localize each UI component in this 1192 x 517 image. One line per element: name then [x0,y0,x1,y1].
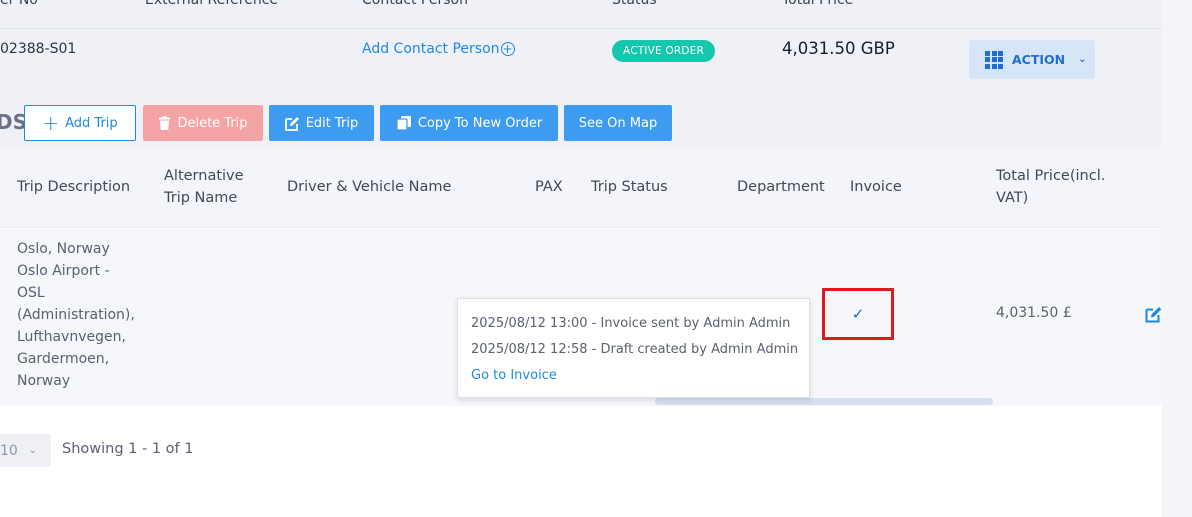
th-total-price[interactable]: Total Price(incl. VAT) [996,165,1105,209]
go-to-invoice-link[interactable]: Go to Invoice [471,363,809,389]
description-line: OSL [17,285,45,301]
page-size-value: 10 [0,442,18,459]
pagination-summary: Showing 1 - 1 of 1 [62,441,194,457]
page-size-select[interactable]: 10 ⌄ [0,434,51,467]
description-line: Norway [17,373,71,389]
th-alternative-line1: Alternative [164,168,244,184]
external-reference-header: External Reference [145,0,279,8]
delete-trip-button[interactable]: Delete Trip [143,105,263,141]
total-price-header: Total Price [782,0,854,8]
section-title: DS [0,110,28,134]
action-dropdown-button[interactable]: ACTION ⌄ [969,40,1095,79]
th-total-price-line1: Total Price(incl. [996,168,1106,184]
total-price-cell: 4,031.50 £ [996,305,1072,321]
chevron-down-icon: ⌄ [1078,54,1087,65]
th-total-price-line2: VAT) [996,190,1029,206]
edit-row-icon[interactable] [1145,306,1162,323]
description-line: (Administration), [17,307,135,323]
order-total-price: 4,031.50 GBP [782,39,895,58]
tooltip-invoice-sent: 2025/08/12 13:00 - Invoice sent by Admin… [471,316,791,331]
copy-icon [396,116,411,131]
description-line: Oslo Airport - [17,263,110,279]
invoice-status-check[interactable]: ✓ [822,288,894,340]
th-trip-status[interactable]: Trip Status [591,176,668,198]
tooltip-draft-created: 2025/08/12 12:58 - Draft created by Admi… [471,342,799,357]
th-invoice[interactable]: Invoice [850,176,902,198]
description-line: Oslo, Norway [17,241,110,257]
right-edge-panel [1162,0,1192,517]
add-trip-label: Add Trip [65,115,118,131]
add-trip-button[interactable]: + Add Trip [24,105,136,141]
checkmark-icon: ✓ [851,305,865,323]
th-alternative-trip-name[interactable]: Alternative Trip Name [164,165,244,209]
description-line: Gardermoen, [17,351,110,367]
th-trip-description[interactable]: Trip Description [17,176,130,198]
copy-to-new-order-label: Copy To New Order [417,115,543,131]
status-header: Status [612,0,657,8]
th-alternative-line2: Trip Name [164,190,238,206]
contact-person-header: Contact Person [362,0,468,8]
chevron-down-icon: ⌄ [28,445,37,456]
invoice-tooltip: 2025/08/12 13:00 - Invoice sent by Admin… [457,298,810,398]
action-label: ACTION [1012,52,1066,67]
delete-trip-label: Delete Trip [177,115,248,131]
add-contact-person-label: Add Contact Person [362,41,500,57]
edit-icon [284,116,299,131]
copy-to-new-order-button[interactable]: Copy To New Order [380,105,558,141]
description-line: Lufthavnvegen, [17,329,126,345]
th-pax[interactable]: PAX [535,176,563,198]
plus-circle-icon: + [500,42,515,56]
order-number: 02388-S01 [0,41,77,57]
th-driver-vehicle[interactable]: Driver & Vehicle Name [287,176,451,198]
grid-icon [985,50,1003,69]
plus-icon: + [42,111,60,135]
trip-description-cell: Oslo, Norway Oslo Airport - OSL (Adminis… [17,238,147,392]
add-contact-person-link[interactable]: Add Contact Person + [362,41,515,57]
horizontal-scrollbar[interactable] [655,398,993,405]
trash-icon [159,116,171,130]
th-department[interactable]: Department [737,176,825,198]
edit-trip-label: Edit Trip [305,115,359,131]
edit-trip-button[interactable]: Edit Trip [269,105,374,141]
status-badge: ACTIVE ORDER [612,40,715,62]
header-divider [0,28,1162,29]
order-no-header: er No [0,0,38,8]
see-on-map-button[interactable]: See On Map [564,105,672,141]
